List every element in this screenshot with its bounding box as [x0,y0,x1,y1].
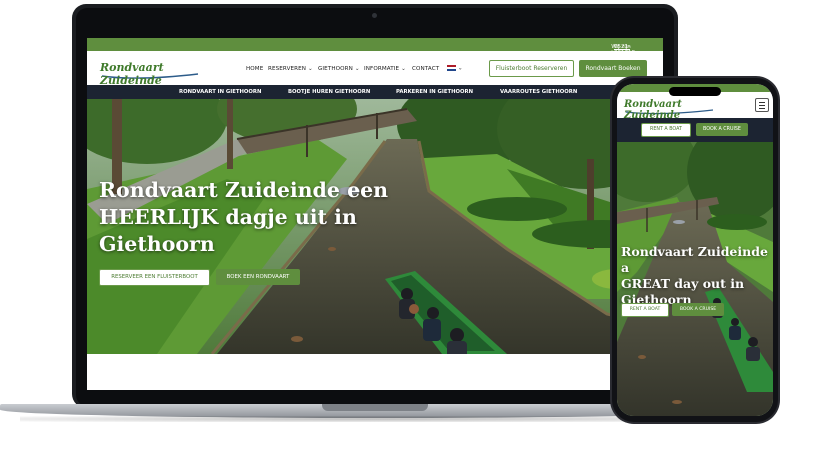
contact-topbar: Wij zijn te bereiken van 10:00 - 15:00 o… [87,38,663,86]
desktop-website: Wij zijn te bereiken van 10:00 - 15:00 o… [87,38,663,390]
chevron-down-icon: ⌄ [457,65,463,72]
laptop-camera [372,13,377,18]
mobile-hero-title: Rondvaart Zuideinde a GREAT day out in G… [621,244,768,307]
subnav-vaarroutes[interactable]: VAARROUTES GIETHOORN [500,89,577,95]
secondary-nav: RONDVAART IN GIETHOORN BOOTJE HUREN GIET… [87,85,663,99]
laptop-trackpad-notch [322,404,428,411]
nav-informatie[interactable]: INFORMATIE ⌄ [364,66,406,72]
content-below-hero [87,354,663,390]
chevron-down-icon: ⌄ [354,66,360,72]
site-logo[interactable]: Rondvaart Zuideinde [98,58,210,87]
mobile-site-logo[interactable]: Rondvaart Zuideinde [623,97,723,121]
subnav-bootje-huren[interactable]: BOOTJE HUREN GIETHOORN [288,89,370,95]
mobile-hero-book-cruise-button[interactable]: BOOK A CRUISE [672,303,724,316]
site-header: Rondvaart Zuideinde HOME RESERVEREN ⌄ GI… [87,51,663,87]
mobile-website: Rondvaart Zuideinde RENT A BOAT BOOK A C… [617,84,773,416]
nav-home[interactable]: HOME [246,66,263,72]
nav-reserveren[interactable]: RESERVEREN ⌄ [268,66,313,72]
subnav-rondvaart[interactable]: RONDVAART IN GIETHOORN [179,89,261,95]
nav-contact[interactable]: CONTACT [412,66,439,72]
chevron-down-icon: ⌄ [401,66,406,72]
hero-reserve-whisper-boat-button[interactable]: RESERVEER EEN FLUISTERBOOT [99,269,210,286]
mobile-hero-rent-boat-button[interactable]: RENT A BOAT [621,303,669,317]
whisper-boat-reserve-button[interactable]: Fluisterboot Reserveren [489,60,574,77]
mobile-rent-boat-button[interactable]: RENT A BOAT [641,123,691,137]
hamburger-icon[interactable] [755,98,769,112]
hero-banner: Rondvaart Zuideinde een HEERLIJK dagje u… [87,99,663,354]
dutch-flag-icon [447,65,456,71]
mobile-hero-banner: Rondvaart Zuideinde a GREAT day out in G… [617,142,773,416]
hero-title: Rondvaart Zuideinde een HEERLIJK dagje u… [99,178,389,256]
language-switcher[interactable]: ⌄ [447,65,463,72]
hero-book-cruise-button[interactable]: BOEK EEN RONDVAART [216,269,300,285]
chevron-down-icon: ⌄ [307,66,313,72]
subnav-parkeren[interactable]: PARKEREN IN GIETHOORN [396,89,473,95]
book-cruise-button[interactable]: Rondvaart Boeken [579,60,647,77]
nav-giethoorn[interactable]: GIETHOORN ⌄ [318,66,360,72]
mobile-book-cruise-button[interactable]: BOOK A CRUISE [696,123,748,136]
phone-dynamic-island [669,87,721,96]
mobile-cta-bar: RENT A BOAT BOOK A CRUISE [617,118,773,142]
